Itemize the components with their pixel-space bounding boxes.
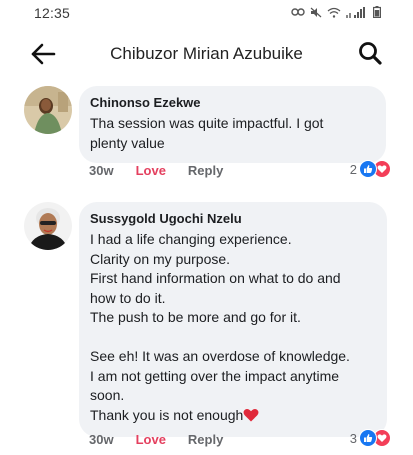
comment-text-line: Clarity on my purpose. bbox=[90, 250, 231, 267]
header: Chibuzor Mirian Azubuike bbox=[0, 34, 413, 74]
comment-text-line: how to do it. bbox=[90, 289, 166, 306]
page-title: Chibuzor Mirian Azubuike bbox=[110, 44, 303, 63]
comment-text-line: See eh! It was an overdose of knowledge. bbox=[90, 348, 350, 364]
avatar[interactable] bbox=[24, 86, 72, 134]
comment-text-line: The push to be more and go for it. bbox=[90, 309, 301, 325]
reaction-count: 3 bbox=[349, 430, 357, 446]
battery-icon bbox=[373, 6, 382, 22]
comment-time: 30w bbox=[89, 163, 114, 178]
reaction-summary[interactable]: 2 bbox=[350, 160, 391, 178]
comment-author[interactable]: Sussygold Ugochi Nzelu bbox=[90, 211, 375, 226]
signal-icon bbox=[346, 6, 368, 22]
comment-text-line: I am not getting over the impact anytime bbox=[90, 367, 340, 384]
comment-actions: 30w Love Reply bbox=[89, 163, 223, 178]
search-icon[interactable] bbox=[357, 40, 383, 66]
comment-bubble[interactable]: Sussygold Ugochi Nzelu I had a life chan… bbox=[79, 202, 387, 437]
love-button[interactable]: Love bbox=[136, 163, 166, 178]
comment-actions: 30w Love Reply bbox=[89, 432, 223, 447]
reaction-count: 2 bbox=[349, 161, 357, 177]
comment-text-line: soon. bbox=[90, 387, 125, 403]
status-icons bbox=[291, 6, 382, 22]
like-reaction-icon bbox=[359, 160, 377, 178]
comment-last-line: Thank you is not enough bbox=[90, 406, 375, 428]
comment-text-line: First hand information on what to do and bbox=[90, 270, 341, 286]
comment-bubble[interactable]: Chinonso Ezekwe Tha session was quite im… bbox=[79, 86, 386, 163]
reply-button[interactable]: Reply bbox=[188, 163, 223, 178]
love-button[interactable]: Love bbox=[136, 432, 166, 447]
comment-text-line: Thank you is not enough bbox=[90, 406, 244, 423]
comment-text-line: I had a life changing experience. bbox=[90, 231, 292, 247]
status-bar: 12:35 bbox=[0, 0, 413, 26]
reaction-summary[interactable]: 3 bbox=[350, 429, 391, 447]
heart-emoji-icon bbox=[243, 408, 259, 428]
comment-author[interactable]: Chinonso Ezekwe bbox=[90, 95, 374, 110]
like-reaction-icon bbox=[359, 429, 377, 447]
comment-blank-line bbox=[90, 328, 375, 348]
status-time: 12:35 bbox=[34, 5, 71, 21]
comment-text-line: Tha session was quite impactful. I got bbox=[90, 115, 324, 131]
mute-icon bbox=[310, 7, 322, 22]
avatar[interactable] bbox=[24, 202, 72, 250]
comment-text-line: plenty value bbox=[90, 134, 165, 151]
reply-button[interactable]: Reply bbox=[188, 432, 223, 447]
comment: Sussygold Ugochi Nzelu I had a life chan… bbox=[0, 202, 413, 452]
comment-time: 30w bbox=[89, 432, 114, 447]
wifi-icon bbox=[327, 7, 341, 22]
comment: Chinonso Ezekwe Tha session was quite im… bbox=[0, 86, 413, 186]
key-icon bbox=[291, 7, 305, 21]
